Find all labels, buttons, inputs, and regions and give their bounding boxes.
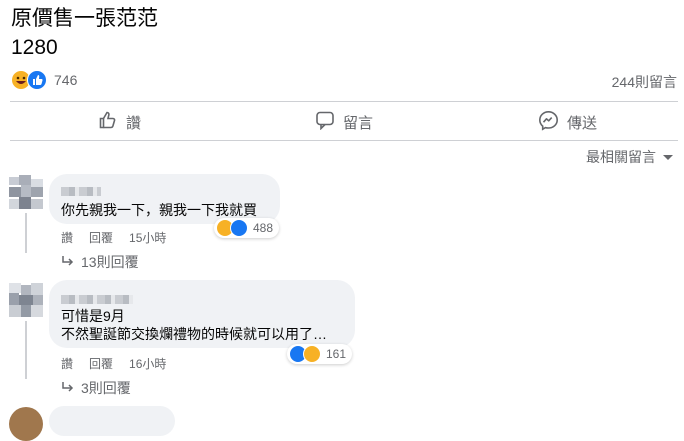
thumbs-up-icon — [98, 110, 118, 134]
comment-like-link[interactable]: 讚 — [61, 355, 73, 372]
thread-line — [25, 321, 27, 379]
like-button[interactable]: 讚 — [98, 111, 141, 133]
replies-label: 13則回覆 — [81, 254, 139, 270]
divider-top — [10, 101, 678, 102]
comment-text: 你先親我一下，親我一下我就買 — [61, 202, 257, 218]
like-label: 讚 — [126, 114, 142, 132]
like-icon — [27, 70, 47, 90]
reply-arrow-icon — [61, 380, 75, 396]
like-icon — [230, 219, 248, 237]
comment-timestamp[interactable]: 15小時 — [129, 229, 166, 246]
comment-actions: 讚 回覆 15小時 — [61, 229, 166, 246]
comment-reaction-count: 488 — [253, 221, 274, 235]
post-text-line-1: 原價售一張范范 — [11, 7, 158, 30]
comment-reactions[interactable]: 161 — [287, 344, 353, 364]
avatar[interactable] — [9, 175, 43, 209]
sort-label: 最相關留言 — [586, 149, 656, 165]
messenger-icon — [538, 110, 559, 135]
comment-count-link[interactable]: 244則留言 — [612, 72, 677, 92]
caret-down-icon — [662, 149, 674, 165]
commenter-name[interactable] — [61, 295, 133, 304]
comment-reaction-count: 161 — [326, 347, 347, 361]
comment-bubble — [49, 406, 175, 436]
comment-timestamp[interactable]: 16小時 — [129, 355, 166, 372]
view-replies-link[interactable]: 3則回覆 — [61, 378, 131, 398]
comment-actions: 讚 回覆 16小時 — [61, 355, 166, 372]
avatar[interactable] — [9, 407, 43, 441]
reaction-count[interactable]: 746 — [54, 72, 77, 88]
share-label: 傳送 — [567, 114, 598, 132]
comment-label: 留言 — [343, 114, 374, 132]
comment-bubble: 你先親我一下，親我一下我就買 — [49, 174, 280, 224]
comment-text-line-2: 不然聖誕節交換爛禮物的時候就可以用了… — [61, 326, 327, 342]
comment-reply-link[interactable]: 回覆 — [89, 355, 113, 372]
comment-icon — [315, 110, 335, 134]
commenter-name[interactable] — [61, 187, 101, 196]
comment-like-link[interactable]: 讚 — [61, 229, 73, 246]
haha-icon — [303, 345, 321, 363]
replies-label: 3則回覆 — [81, 380, 131, 396]
avatar[interactable] — [9, 283, 43, 317]
comment-bubble: 可惜是9月 不然聖誕節交換爛禮物的時候就可以用了… — [49, 280, 355, 348]
reply-arrow-icon — [61, 254, 75, 270]
comment-button[interactable]: 留言 — [315, 111, 373, 133]
share-button[interactable]: 傳送 — [538, 110, 598, 135]
view-replies-link[interactable]: 13則回覆 — [61, 252, 139, 272]
comment-reactions[interactable]: 488 — [214, 218, 280, 238]
post-text-line-2: 1280 — [11, 36, 58, 59]
comment-sort-dropdown[interactable]: 最相關留言 — [586, 147, 674, 167]
thread-line — [25, 213, 27, 253]
divider-bottom — [10, 140, 678, 141]
comment-text-line-1: 可惜是9月 — [61, 308, 125, 324]
comment-reply-link[interactable]: 回覆 — [89, 229, 113, 246]
